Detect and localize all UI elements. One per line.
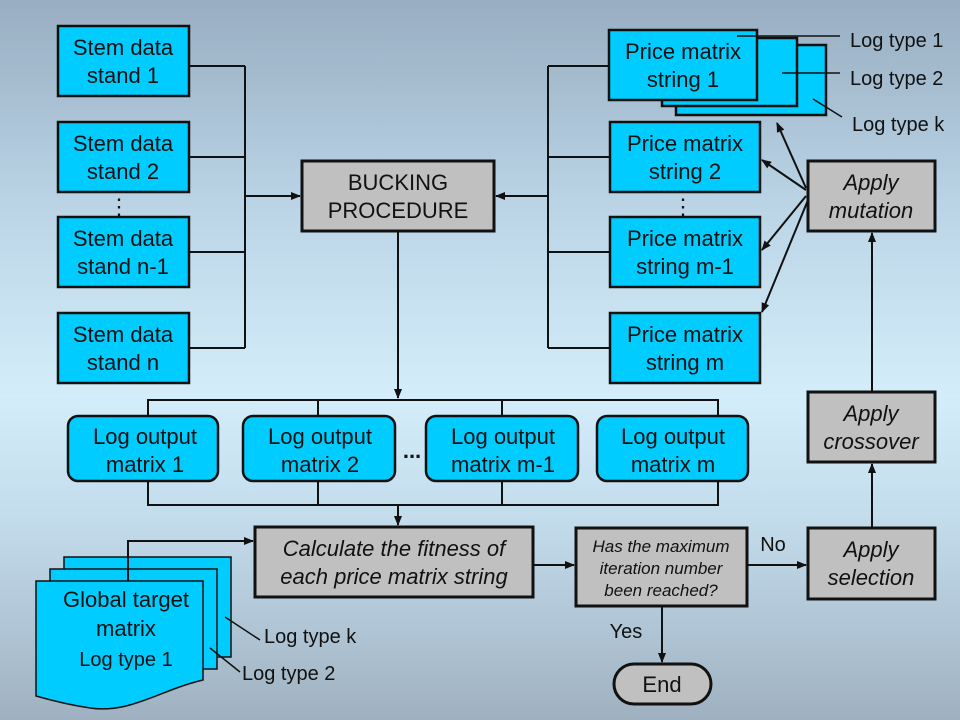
mutation-arrows <box>761 122 809 313</box>
price-matrix-string-m: Price matrix string m <box>608 311 762 385</box>
svg-text:each price matrix string: each price matrix string <box>280 564 508 589</box>
svg-text:matrix 2: matrix 2 <box>281 452 359 477</box>
svg-text:stand n-1: stand n-1 <box>77 254 169 279</box>
apply-mutation: Apply mutation <box>806 159 937 233</box>
svg-text:string m-1: string m-1 <box>636 254 734 279</box>
apply-selection: Apply selection <box>806 526 937 601</box>
vertical-ellipsis: ⋮ <box>672 194 694 219</box>
price-matrix-string-1-stack: Price matrix string 1 <box>607 28 843 118</box>
global-target-matrix-stack: Global target matrix Log type 1 <box>35 556 261 710</box>
svg-text:matrix: matrix <box>96 616 156 641</box>
svg-text:stand 2: stand 2 <box>87 159 159 184</box>
svg-text:iteration number: iteration number <box>600 559 724 578</box>
log-output-matrix-1: Log output matrix 1 <box>66 414 220 483</box>
no-label: No <box>760 534 786 556</box>
yes-label: Yes <box>610 621 643 643</box>
svg-text:Price matrix: Price matrix <box>627 322 743 347</box>
svg-text:Price matrix: Price matrix <box>627 131 743 156</box>
calculate-fitness: Calculate the fitness of each price matri… <box>253 525 535 599</box>
stem-connectors <box>189 65 301 349</box>
svg-text:Log output: Log output <box>268 424 372 449</box>
log-type-1-label: Log type 1 <box>850 30 943 52</box>
stem-data-stand-1: Stem data stand 1 <box>56 24 191 98</box>
flowchart: Stem data stand 1 Stem data stand 2 ⋮ Stem… <box>35 24 945 710</box>
svg-text:string 2: string 2 <box>649 159 721 184</box>
svg-text:stand 1: stand 1 <box>87 63 159 88</box>
price-connectors <box>495 65 610 349</box>
svg-text:End: End <box>642 672 681 697</box>
svg-text:Stem data: Stem data <box>73 35 174 60</box>
svg-text:Log type 1: Log type 1 <box>79 649 172 671</box>
svg-text:stand n: stand n <box>87 350 159 375</box>
log-type-2-label: Log type 2 <box>850 68 943 90</box>
svg-text:crossover: crossover <box>823 429 920 454</box>
apply-crossover: Apply crossover <box>806 390 937 464</box>
stem-data-stand-2: Stem data stand 2 <box>56 120 191 194</box>
svg-text:Apply: Apply <box>841 401 900 426</box>
svg-text:mutation: mutation <box>829 198 913 223</box>
stem-data-stand-n-1: Stem data stand n-1 <box>56 215 191 289</box>
svg-text:matrix m: matrix m <box>631 452 715 477</box>
svg-text:PROCEDURE: PROCEDURE <box>328 198 469 223</box>
svg-text:matrix 1: matrix 1 <box>106 452 184 477</box>
svg-text:string 1: string 1 <box>647 67 719 92</box>
log-type-2-label: Log type 2 <box>242 663 335 685</box>
end-terminal: End <box>612 662 713 706</box>
svg-text:Stem data: Stem data <box>73 226 174 251</box>
price-matrix-string-2: Price matrix string 2 <box>608 120 762 194</box>
svg-text:Log output: Log output <box>451 424 555 449</box>
bucking-procedure: BUCKING PROCEDURE <box>300 159 496 233</box>
log-output-matrix-m: Log output matrix m <box>595 414 750 483</box>
svg-text:Apply: Apply <box>841 537 900 562</box>
log-type-k-label: Log type k <box>264 626 357 648</box>
svg-text:Apply: Apply <box>841 170 900 195</box>
svg-text:Price matrix: Price matrix <box>625 39 741 64</box>
svg-text:Stem data: Stem data <box>73 322 174 347</box>
ellipsis: ... <box>403 438 421 463</box>
log-output-matrix-2: Log output matrix 2 <box>241 414 397 483</box>
svg-text:Log output: Log output <box>621 424 725 449</box>
svg-text:Global target: Global target <box>63 587 189 612</box>
svg-text:selection: selection <box>828 565 915 590</box>
svg-text:Log output: Log output <box>93 424 197 449</box>
price-matrix-string-m-1: Price matrix string m-1 <box>608 215 762 289</box>
svg-text:been reached?: been reached? <box>604 581 718 600</box>
max-iteration-decision: Has the maximum iteration number been re… <box>574 526 749 608</box>
vertical-ellipsis: ⋮ <box>108 194 130 219</box>
log-type-k-label: Log type k <box>852 114 945 136</box>
svg-text:Has the maximum: Has the maximum <box>593 537 730 556</box>
svg-text:Price matrix: Price matrix <box>627 226 743 251</box>
svg-text:Stem data: Stem data <box>73 131 174 156</box>
log-output-matrix-m-1: Log output matrix m-1 <box>424 414 580 483</box>
svg-text:matrix m-1: matrix m-1 <box>451 452 555 477</box>
stem-data-stand-n: Stem data stand n <box>56 311 191 385</box>
svg-text:Calculate the fitness of: Calculate the fitness of <box>283 536 508 561</box>
svg-text:BUCKING: BUCKING <box>348 170 448 195</box>
svg-text:string m: string m <box>646 350 724 375</box>
